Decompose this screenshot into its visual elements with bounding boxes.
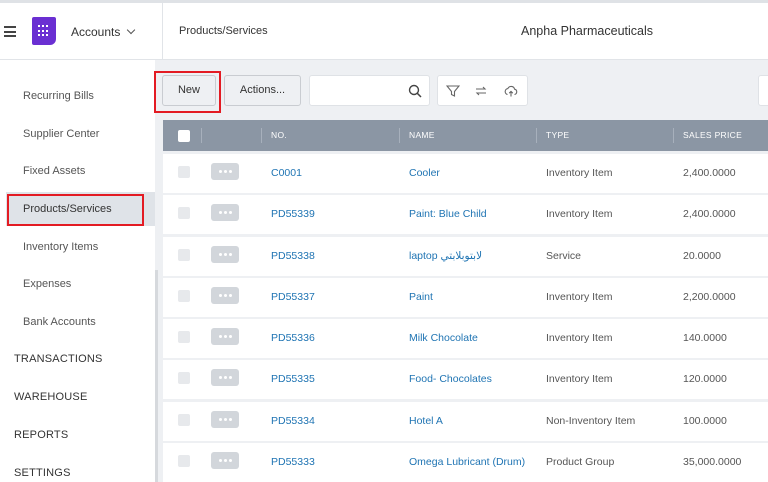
item-type: Inventory Item	[546, 208, 613, 220]
item-name-link[interactable]: Milk Chocolate	[409, 332, 478, 344]
item-number-link[interactable]: PD55338	[271, 250, 315, 262]
row-actions-button[interactable]	[211, 163, 239, 180]
actions-button[interactable]: Actions...	[224, 75, 301, 106]
table-row[interactable]: PD55337 Paint Inventory Item 2,200.0000	[163, 278, 768, 317]
app-switcher-bar: Accounts	[0, 3, 163, 60]
refresh-icon[interactable]	[474, 84, 488, 98]
page-header: Products/Services Anpha Pharmaceuticals	[163, 3, 768, 60]
row-checkbox[interactable]	[178, 331, 190, 343]
column-header-name[interactable]: NAME	[409, 130, 435, 140]
row-actions-button[interactable]	[211, 204, 239, 221]
row-actions-button[interactable]	[211, 452, 239, 469]
table-row[interactable]: PD55336 Milk Chocolate Inventory Item 140.0…	[163, 319, 768, 358]
item-name-link[interactable]: Paint	[409, 291, 433, 303]
sidebar-item-bank-accounts[interactable]: Bank Accounts	[23, 316, 96, 328]
search-icon[interactable]	[408, 84, 422, 98]
item-sales-price: 2,200.0000	[683, 291, 736, 303]
item-number-link[interactable]: PD55334	[271, 415, 315, 427]
row-checkbox[interactable]	[178, 372, 190, 384]
item-type: Inventory Item	[546, 167, 613, 179]
toolbar-control-partial[interactable]	[758, 75, 768, 106]
sidebar-section-warehouse[interactable]: WAREHOUSE	[14, 391, 88, 403]
module-name[interactable]: Accounts	[71, 25, 120, 39]
item-sales-price: 35,000.0000	[683, 456, 742, 468]
chevron-down-icon[interactable]	[126, 25, 136, 35]
company-name: Anpha Pharmaceuticals	[521, 24, 654, 38]
view-tools	[437, 75, 528, 106]
item-type: Inventory Item	[546, 291, 613, 303]
item-type: Inventory Item	[546, 373, 613, 385]
sidebar-item-recurring-bills[interactable]: Recurring Bills	[23, 90, 94, 102]
table-row[interactable]: PD55334 Hotel A Non-Inventory Item 100.0000	[163, 402, 768, 441]
item-name-link[interactable]: Hotel A	[409, 415, 443, 427]
column-divider	[201, 128, 202, 143]
item-type: Service	[546, 250, 582, 262]
table-row[interactable]: PD55333 Omega Lubricant (Drum) Product Gro…	[163, 443, 768, 482]
filter-icon[interactable]	[446, 84, 460, 98]
item-name-link[interactable]: Omega Lubricant (Drum)	[409, 456, 525, 468]
column-header-type[interactable]: TYPE	[546, 130, 569, 140]
cloud-upload-icon[interactable]	[504, 84, 518, 98]
row-actions-button[interactable]	[211, 328, 239, 345]
item-type: Product Group	[546, 456, 615, 468]
sidebar-section-transactions[interactable]: TRANSACTIONS	[14, 353, 103, 365]
table-row[interactable]: C0001 Cooler Inventory Item 2,400.0000	[163, 154, 768, 193]
item-name-link[interactable]: Paint: Blue Child	[409, 208, 487, 220]
table-row[interactable]: PD55338 laptop لابتوبلابتي Service 20.0000	[163, 237, 768, 276]
item-sales-price: 140.0000	[683, 332, 727, 344]
column-divider	[536, 128, 537, 143]
table-header: NO. NAME TYPE SALES PRICE	[163, 120, 768, 151]
table-row[interactable]: PD55339 Paint: Blue Child Inventory Item 2,…	[163, 195, 768, 234]
row-actions-button[interactable]	[211, 411, 239, 428]
sidebar-item-expenses[interactable]: Expenses	[23, 278, 71, 290]
sidebar-section-settings[interactable]: SETTINGS	[14, 467, 71, 479]
new-button[interactable]: New	[162, 75, 216, 106]
item-name-link[interactable]: laptop لابتوبلابتي	[409, 250, 482, 262]
row-actions-button[interactable]	[211, 246, 239, 263]
select-all-checkbox[interactable]	[178, 130, 190, 142]
item-sales-price: 120.0000	[683, 373, 727, 385]
sidebar-scrollbar[interactable]	[155, 270, 158, 482]
item-sales-price: 2,400.0000	[683, 208, 736, 220]
item-type: Non-Inventory Item	[546, 415, 636, 427]
item-sales-price: 2,400.0000	[683, 167, 736, 179]
sidebar-item-inventory-items[interactable]: Inventory Items	[23, 241, 98, 253]
column-header-sales-price[interactable]: SALES PRICE	[683, 130, 742, 140]
item-number-link[interactable]: PD55335	[271, 373, 315, 385]
item-number-link[interactable]: PD55333	[271, 456, 315, 468]
column-divider	[399, 128, 400, 143]
app-logo[interactable]	[32, 17, 56, 45]
row-checkbox[interactable]	[178, 207, 190, 219]
row-checkbox[interactable]	[178, 249, 190, 261]
breadcrumb: Products/Services	[179, 25, 268, 37]
column-divider	[261, 128, 262, 143]
sidebar	[0, 60, 155, 482]
item-name-link[interactable]: Cooler	[409, 167, 440, 179]
row-checkbox[interactable]	[178, 290, 190, 302]
row-checkbox[interactable]	[178, 414, 190, 426]
hamburger-menu-icon[interactable]	[4, 26, 16, 37]
search-input[interactable]	[309, 75, 430, 106]
sidebar-item-supplier-center[interactable]: Supplier Center	[23, 128, 99, 140]
column-header-no[interactable]: NO.	[271, 130, 287, 140]
row-actions-button[interactable]	[211, 287, 239, 304]
item-number-link[interactable]: PD55339	[271, 208, 315, 220]
item-number-link[interactable]: PD55336	[271, 332, 315, 344]
item-sales-price: 100.0000	[683, 415, 727, 427]
row-checkbox[interactable]	[178, 455, 190, 467]
row-actions-button[interactable]	[211, 369, 239, 386]
row-checkbox[interactable]	[178, 166, 190, 178]
column-divider	[673, 128, 674, 143]
item-sales-price: 20.0000	[683, 250, 721, 262]
item-name-link[interactable]: Food- Chocolates	[409, 373, 492, 385]
item-type: Inventory Item	[546, 332, 613, 344]
item-number-link[interactable]: PD55337	[271, 291, 315, 303]
sidebar-item-fixed-assets[interactable]: Fixed Assets	[23, 165, 85, 177]
sidebar-section-reports[interactable]: REPORTS	[14, 429, 68, 441]
table-row[interactable]: PD55335 Food- Chocolates Inventory Item 120…	[163, 360, 768, 399]
sidebar-item-products-services[interactable]: Products/Services	[23, 203, 112, 215]
item-number-link[interactable]: C0001	[271, 167, 302, 179]
